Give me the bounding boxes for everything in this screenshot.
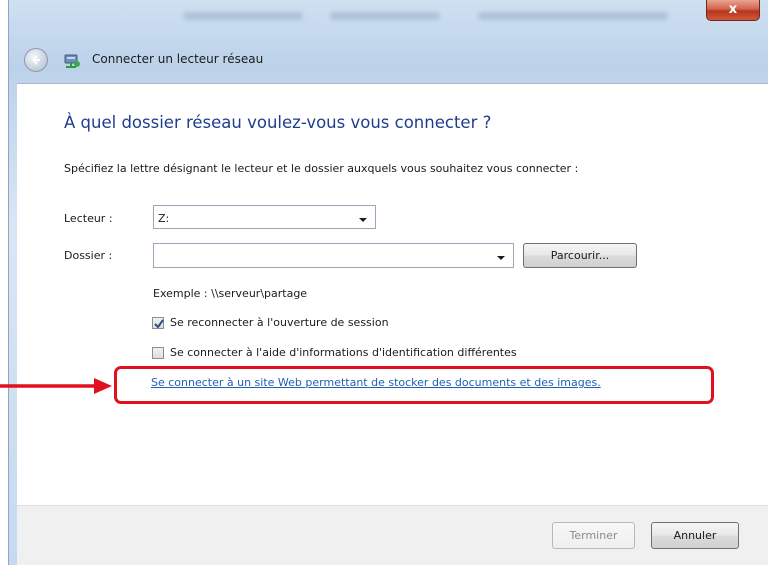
finish-button-label: Terminer [569, 529, 618, 542]
chevron-down-icon [497, 256, 505, 260]
drive-label: Lecteur : [64, 212, 113, 225]
drive-letter-select[interactable]: Z: [153, 205, 376, 229]
navigation-row: Connecter un lecteur réseau [8, 40, 768, 80]
folder-label: Dossier : [64, 249, 113, 262]
cancel-button-label: Annuler [673, 529, 717, 542]
window-title: Connecter un lecteur réseau [92, 52, 264, 66]
back-button[interactable] [24, 48, 48, 72]
network-drive-icon [64, 54, 80, 68]
wizard-footer: Terminer Annuler [17, 505, 768, 565]
other-credentials-checkbox[interactable] [152, 347, 164, 359]
example-path-text: Exemple : \\serveur\partage [153, 287, 308, 300]
annotation-highlight-box [114, 366, 714, 404]
annotation-arrow-icon [0, 378, 112, 394]
reconnect-checkbox[interactable] [152, 317, 164, 329]
page-heading: À quel dossier réseau voulez-vous vous c… [64, 113, 492, 132]
close-icon: x [728, 2, 738, 17]
checkmark-icon [154, 319, 164, 329]
cancel-button[interactable]: Annuler [651, 522, 739, 549]
drive-letter-value: Z: [158, 212, 170, 225]
blurred-background-text [478, 12, 668, 20]
screenshot-root: x Connecter un lecteur réseau À quel dos… [0, 0, 768, 565]
browse-button-label: Parcourir... [550, 249, 610, 262]
reconnect-label: Se reconnecter à l'ouverture de session [170, 316, 389, 329]
blurred-background-text [330, 12, 440, 20]
folder-path-input[interactable] [153, 243, 514, 268]
finish-button[interactable]: Terminer [552, 522, 635, 549]
blurred-background-text [183, 12, 303, 20]
back-arrow-icon [31, 55, 40, 65]
close-button[interactable]: x [706, 0, 760, 21]
instruction-text: Spécifiez la lettre désignant le lecteur… [64, 162, 579, 175]
browse-button[interactable]: Parcourir... [523, 243, 637, 268]
chevron-down-icon [359, 218, 367, 222]
wizard-content-panel: À quel dossier réseau voulez-vous vous c… [17, 83, 768, 506]
title-bar: x [8, 0, 768, 36]
other-credentials-label: Se connecter à l'aide d'informations d'i… [170, 346, 517, 359]
